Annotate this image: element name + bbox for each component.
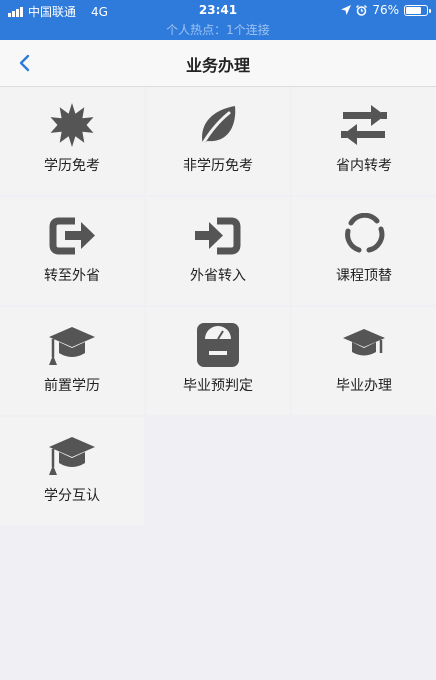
service-label: 非学历免考 (183, 158, 253, 174)
enter-arrow-icon (195, 217, 241, 255)
graduation-cap-icon (49, 327, 95, 365)
service-item[interactable]: 前置学历 (0, 307, 144, 415)
service-item[interactable]: 外省转入 (146, 197, 290, 305)
status-bar: 中国联通 4G 23:41 76% 个人热点：1个连接 (0, 0, 436, 40)
alarm-icon (356, 4, 368, 16)
service-label: 课程顶替 (336, 268, 392, 284)
service-item[interactable]: 非学历免考 (146, 87, 290, 195)
battery-percent: 76% (372, 3, 399, 17)
service-item[interactable]: 课程顶替 (292, 197, 436, 305)
battery-icon (404, 4, 431, 16)
service-item[interactable]: 学分互认 (0, 417, 144, 525)
scale-icon (197, 323, 239, 367)
service-label: 前置学历 (44, 378, 100, 394)
service-label: 学分互认 (44, 488, 100, 504)
service-item[interactable]: 毕业预判定 (146, 307, 290, 415)
service-item[interactable]: 省内转考 (292, 87, 436, 195)
navbar: 业务办理 (0, 40, 436, 87)
transfer-arrows-icon (341, 105, 387, 145)
service-label: 学历免考 (44, 158, 100, 174)
circular-arrows-icon (345, 213, 385, 253)
battery-fill (406, 6, 421, 14)
starburst-icon (50, 103, 94, 147)
leaf-icon (199, 106, 236, 147)
service-label: 省内转考 (336, 158, 392, 174)
hotspot-banner[interactable]: 个人热点：1个连接 (0, 21, 436, 39)
page-title: 业务办理 (185, 56, 250, 75)
status-right: 76% (341, 3, 431, 17)
service-item[interactable]: 转至外省 (0, 197, 144, 305)
location-arrow-icon (341, 5, 352, 15)
graduation-cap-icon (49, 437, 95, 475)
service-label: 毕业办理 (336, 378, 392, 394)
service-item[interactable]: 学历免考 (0, 87, 144, 195)
exit-arrow-icon (49, 217, 95, 255)
graduation-cap-icon (343, 329, 385, 356)
service-label: 毕业预判定 (183, 378, 253, 394)
service-label: 转至外省 (44, 268, 100, 284)
service-item[interactable]: 毕业办理 (292, 307, 436, 415)
status-row: 中国联通 4G 23:41 76% (0, 0, 436, 20)
service-label: 外省转入 (190, 268, 246, 284)
